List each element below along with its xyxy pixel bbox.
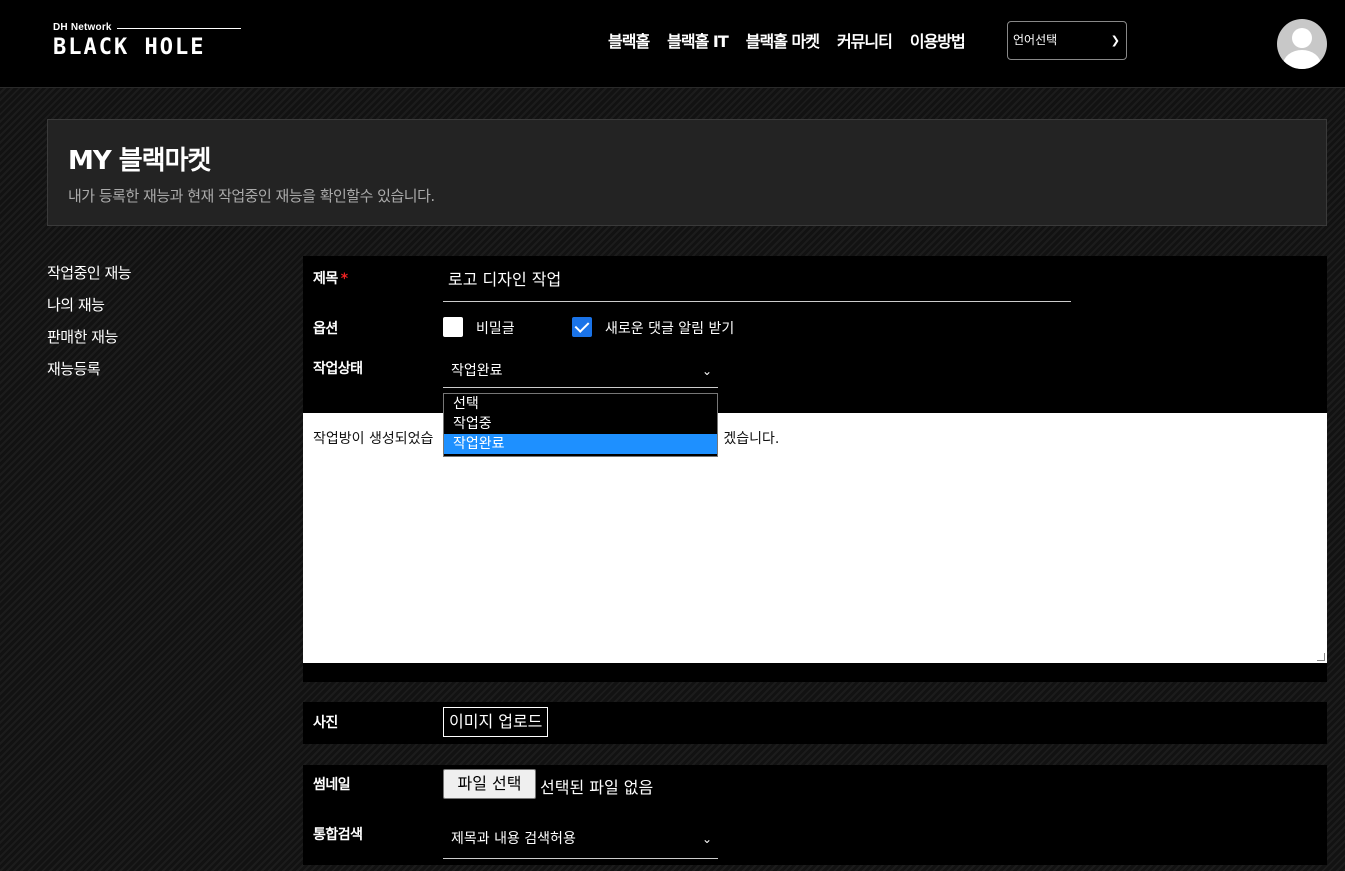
- nav-blackhole-market[interactable]: 블랙홀 마켓: [746, 28, 820, 52]
- search-select-value: 제목과 내용 검색허용: [451, 831, 576, 847]
- search-label: 통합검색: [313, 827, 363, 843]
- status-option-done[interactable]: 작업완료: [444, 434, 717, 454]
- page-subtitle: 내가 등록한 재능과 현재 작업중인 재능을 확인할수 있습니다.: [68, 187, 435, 205]
- nav-community[interactable]: 커뮤니티: [837, 28, 893, 52]
- search-select[interactable]: 제목과 내용 검색허용 ⌄: [443, 821, 718, 859]
- notify-checkbox[interactable]: [572, 317, 592, 337]
- thumbnail-label: 썸네일: [313, 777, 351, 793]
- main-nav: 블랙홀 블랙홀 IT 블랙홀 마켓 커뮤니티 이용방법: [608, 28, 966, 52]
- secret-checkbox[interactable]: [443, 317, 463, 337]
- nav-how-to-use[interactable]: 이용방법: [910, 28, 966, 52]
- logo-line: [117, 28, 241, 29]
- required-mark: *: [340, 271, 348, 287]
- sidebar-item-my-talents[interactable]: 나의 재능: [47, 294, 131, 326]
- page-title: MY 블랙마켓: [68, 146, 211, 176]
- logo-network-text: DH Network: [53, 22, 112, 33]
- avatar-head-shape: [1292, 28, 1312, 48]
- page-banner: MY 블랙마켓 내가 등록한 재능과 현재 작업중인 재능을 확인할수 있습니다…: [47, 119, 1327, 226]
- image-upload-button[interactable]: 이미지 업로드: [443, 707, 549, 737]
- form-panel-thumbnail: 썸네일 파일 선택 선택된 파일 없음 통합검색 제목과 내용 검색허용 ⌄: [303, 765, 1327, 865]
- nav-blackhole-it[interactable]: 블랙홀 IT: [667, 28, 729, 52]
- avatar[interactable]: [1277, 19, 1327, 69]
- status-label: 작업상태: [313, 361, 363, 377]
- chevron-down-icon: ⌄: [701, 832, 712, 846]
- file-status-text: 선택된 파일 없음: [540, 778, 654, 797]
- status-select-value: 작업완료: [451, 363, 503, 379]
- status-select[interactable]: 작업완료 ⌄: [443, 354, 718, 388]
- status-option-working[interactable]: 작업중: [444, 414, 717, 434]
- sidebar-item-working[interactable]: 작업중인 재능: [47, 262, 132, 294]
- sidebar-item-sold[interactable]: 판매한 재능: [47, 326, 131, 358]
- site-header: DH Network BLACK HOLE 블랙홀 블랙홀 IT 블랙홀 마켓 …: [0, 0, 1345, 88]
- language-select-value: 언어선택: [1013, 33, 1058, 47]
- resize-handle-icon[interactable]: [1317, 653, 1325, 661]
- site-logo[interactable]: DH Network BLACK HOLE: [53, 22, 243, 62]
- sidebar: 작업중인 재능 나의 재능 판매한 재능 재능등록: [47, 262, 132, 390]
- avatar-body-shape: [1283, 50, 1321, 69]
- file-select-button[interactable]: 파일 선택: [443, 769, 536, 799]
- logo-title: BLACK HOLE: [53, 35, 206, 60]
- title-label: 제목 *: [313, 271, 348, 287]
- form-panel-photo: 사진 이미지 업로드: [303, 702, 1327, 744]
- chevron-down-icon: ⌄: [701, 364, 712, 378]
- notify-checkbox-label: 새로운 댓글 알림 받기: [605, 321, 735, 337]
- language-select[interactable]: 언어선택 ❯: [1007, 21, 1127, 60]
- status-option-select[interactable]: 선택: [444, 394, 717, 414]
- content-text-end: 겠습니다.: [723, 431, 780, 447]
- options-label: 옵션: [313, 321, 338, 337]
- title-input[interactable]: 로고 디자인 작업: [443, 264, 1071, 302]
- sidebar-item-register[interactable]: 재능등록: [47, 358, 131, 390]
- content-text-start: 작업방이 생성되었습: [313, 431, 434, 447]
- status-dropdown-list: 선택 작업중 작업완료: [443, 393, 718, 457]
- chevron-down-icon: ❯: [1110, 34, 1120, 47]
- secret-checkbox-label: 비밀글: [476, 321, 515, 337]
- nav-blackhole[interactable]: 블랙홀: [608, 28, 650, 52]
- photo-label: 사진: [313, 715, 338, 731]
